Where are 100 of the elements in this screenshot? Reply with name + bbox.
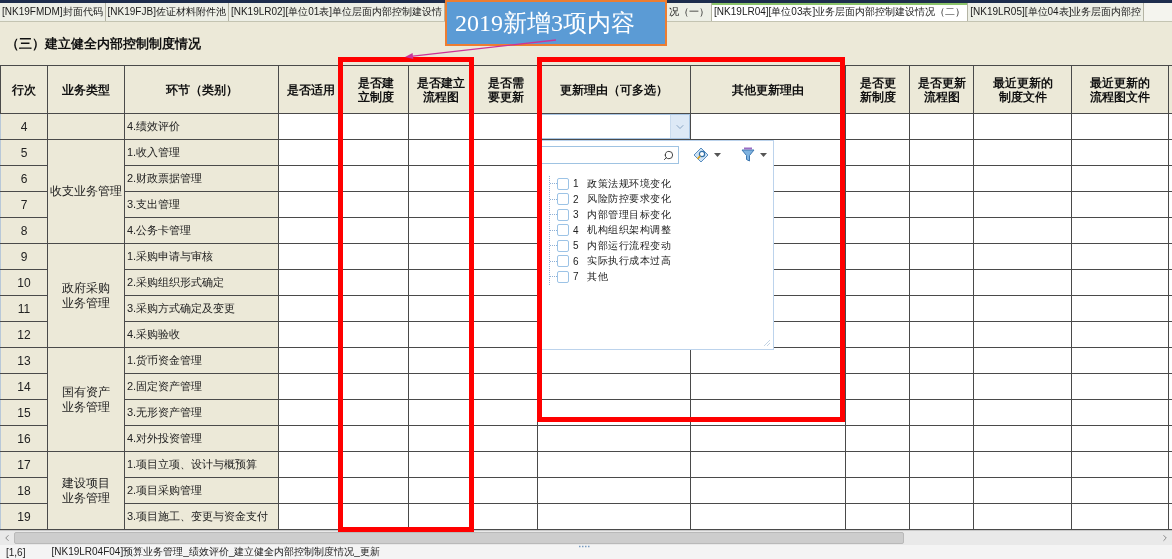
table-cell[interactable] xyxy=(690,425,846,452)
table-cell[interactable] xyxy=(537,477,691,504)
table-cell[interactable] xyxy=(342,321,409,348)
table-cell[interactable] xyxy=(973,243,1072,270)
table-cell[interactable] xyxy=(537,425,691,452)
table-cell[interactable] xyxy=(1071,347,1169,374)
table-cell[interactable] xyxy=(1168,295,1172,322)
table-cell[interactable] xyxy=(342,113,409,140)
table-cell[interactable] xyxy=(1168,321,1172,348)
scrollbar-thumb[interactable] xyxy=(14,532,904,544)
checkbox[interactable] xyxy=(557,239,569,252)
table-cell[interactable] xyxy=(1168,191,1172,218)
resize-grip-icon[interactable] xyxy=(763,339,771,347)
table-cell[interactable] xyxy=(690,503,846,530)
table-cell[interactable] xyxy=(1071,451,1169,478)
table-cell[interactable] xyxy=(973,139,1072,166)
table-cell[interactable] xyxy=(1071,269,1169,296)
checkbox[interactable] xyxy=(557,193,569,206)
sheet-tab[interactable]: [NK19LR04][单位03表]业务层面内部控制建设情况（二） xyxy=(712,3,969,21)
table-cell[interactable] xyxy=(1168,373,1172,400)
table-cell[interactable] xyxy=(973,321,1072,348)
row-number-cell: 4 xyxy=(0,113,48,140)
table-cell[interactable] xyxy=(342,451,409,478)
table-cell[interactable] xyxy=(973,217,1072,244)
table-cell[interactable] xyxy=(1168,165,1172,192)
checkbox[interactable] xyxy=(557,270,569,283)
table-cell[interactable] xyxy=(342,477,409,504)
table-cell[interactable] xyxy=(973,477,1072,504)
table-cell[interactable] xyxy=(1071,503,1169,530)
table-cell[interactable] xyxy=(1071,217,1169,244)
table-cell[interactable] xyxy=(690,477,846,504)
table-cell[interactable] xyxy=(1168,451,1172,478)
table-cell[interactable] xyxy=(342,165,409,192)
item-cell: 1.收入管理 xyxy=(124,139,279,166)
row-number-cell: 12 xyxy=(0,321,48,348)
sheet-tab[interactable]: [NK19LR05][单位04表]业务层面内部控 xyxy=(968,3,1145,21)
table-cell[interactable] xyxy=(537,451,691,478)
checkbox[interactable] xyxy=(557,255,569,268)
table-cell[interactable] xyxy=(342,217,409,244)
checkbox[interactable] xyxy=(557,224,569,237)
table-cell[interactable] xyxy=(1071,399,1169,426)
table-cell[interactable] xyxy=(1168,243,1172,270)
table-cell[interactable] xyxy=(342,295,409,322)
item-cell: 2.财政票据管理 xyxy=(124,165,279,192)
table-cell[interactable] xyxy=(342,139,409,166)
horizontal-scrollbar[interactable] xyxy=(0,530,1172,545)
table-cell[interactable] xyxy=(1071,477,1169,504)
table-cell[interactable] xyxy=(1168,399,1172,426)
table-cell[interactable] xyxy=(1071,191,1169,218)
table-cell[interactable] xyxy=(342,269,409,296)
table-cell[interactable] xyxy=(973,191,1072,218)
checkbox[interactable] xyxy=(557,177,569,190)
table-cell[interactable] xyxy=(973,425,1072,452)
table-cell[interactable] xyxy=(1168,217,1172,244)
table-cell[interactable] xyxy=(342,425,409,452)
table-cell[interactable] xyxy=(1071,321,1169,348)
sheet-tab[interactable]: [NK19FJB]佐证材料附件池 xyxy=(105,3,229,21)
table-cell[interactable] xyxy=(1168,269,1172,296)
table-cell[interactable] xyxy=(690,451,846,478)
table-cell[interactable] xyxy=(342,373,409,400)
table-cell[interactable] xyxy=(973,269,1072,296)
table-cell[interactable] xyxy=(973,399,1072,426)
item-cell: 1.货币资金管理 xyxy=(124,347,279,374)
table-cell[interactable] xyxy=(973,503,1072,530)
checkbox[interactable] xyxy=(557,208,569,221)
table-cell[interactable] xyxy=(1168,477,1172,504)
table-cell[interactable] xyxy=(1168,347,1172,374)
option-number: 5 xyxy=(573,240,580,252)
table-cell[interactable] xyxy=(342,191,409,218)
table-cell[interactable] xyxy=(342,347,409,374)
table-cell[interactable] xyxy=(1168,139,1172,166)
search-options-button[interactable] xyxy=(691,146,723,164)
table-cell[interactable] xyxy=(1168,425,1172,452)
table-cell[interactable] xyxy=(1071,243,1169,270)
table-cell[interactable] xyxy=(537,503,691,530)
table-cell[interactable] xyxy=(973,373,1072,400)
table-cell[interactable] xyxy=(973,347,1072,374)
table-cell[interactable] xyxy=(1168,503,1172,530)
table-cell[interactable] xyxy=(342,399,409,426)
splitter-grip-icon[interactable] xyxy=(578,545,592,548)
column-header: 业务类型 xyxy=(47,65,125,114)
item-cell: 3.项目施工、变更与资金支付 xyxy=(124,503,279,530)
table-cell[interactable] xyxy=(973,113,1072,140)
table-cell[interactable] xyxy=(1071,425,1169,452)
table-cell[interactable] xyxy=(1168,113,1172,140)
table-cell[interactable] xyxy=(973,295,1072,322)
table-cell[interactable] xyxy=(342,243,409,270)
table-cell[interactable] xyxy=(1071,139,1169,166)
sheet-tab[interactable]: [NK19LR02][单位01表]单位层面内部控制建设情 xyxy=(228,3,446,21)
table-cell[interactable] xyxy=(1071,165,1169,192)
filter-button[interactable] xyxy=(739,146,769,164)
table-cell[interactable] xyxy=(1071,113,1169,140)
table-cell[interactable] xyxy=(973,451,1072,478)
table-cell[interactable] xyxy=(973,165,1072,192)
table-cell[interactable] xyxy=(1071,373,1169,400)
sheet-tab[interactable]: [NK19FMDM]封面代码 xyxy=(0,3,106,21)
row-number-cell: 11 xyxy=(0,295,48,322)
sheet-tab[interactable]: 况（一） xyxy=(667,3,713,21)
table-cell[interactable] xyxy=(1071,295,1169,322)
search-field[interactable] xyxy=(541,146,679,164)
